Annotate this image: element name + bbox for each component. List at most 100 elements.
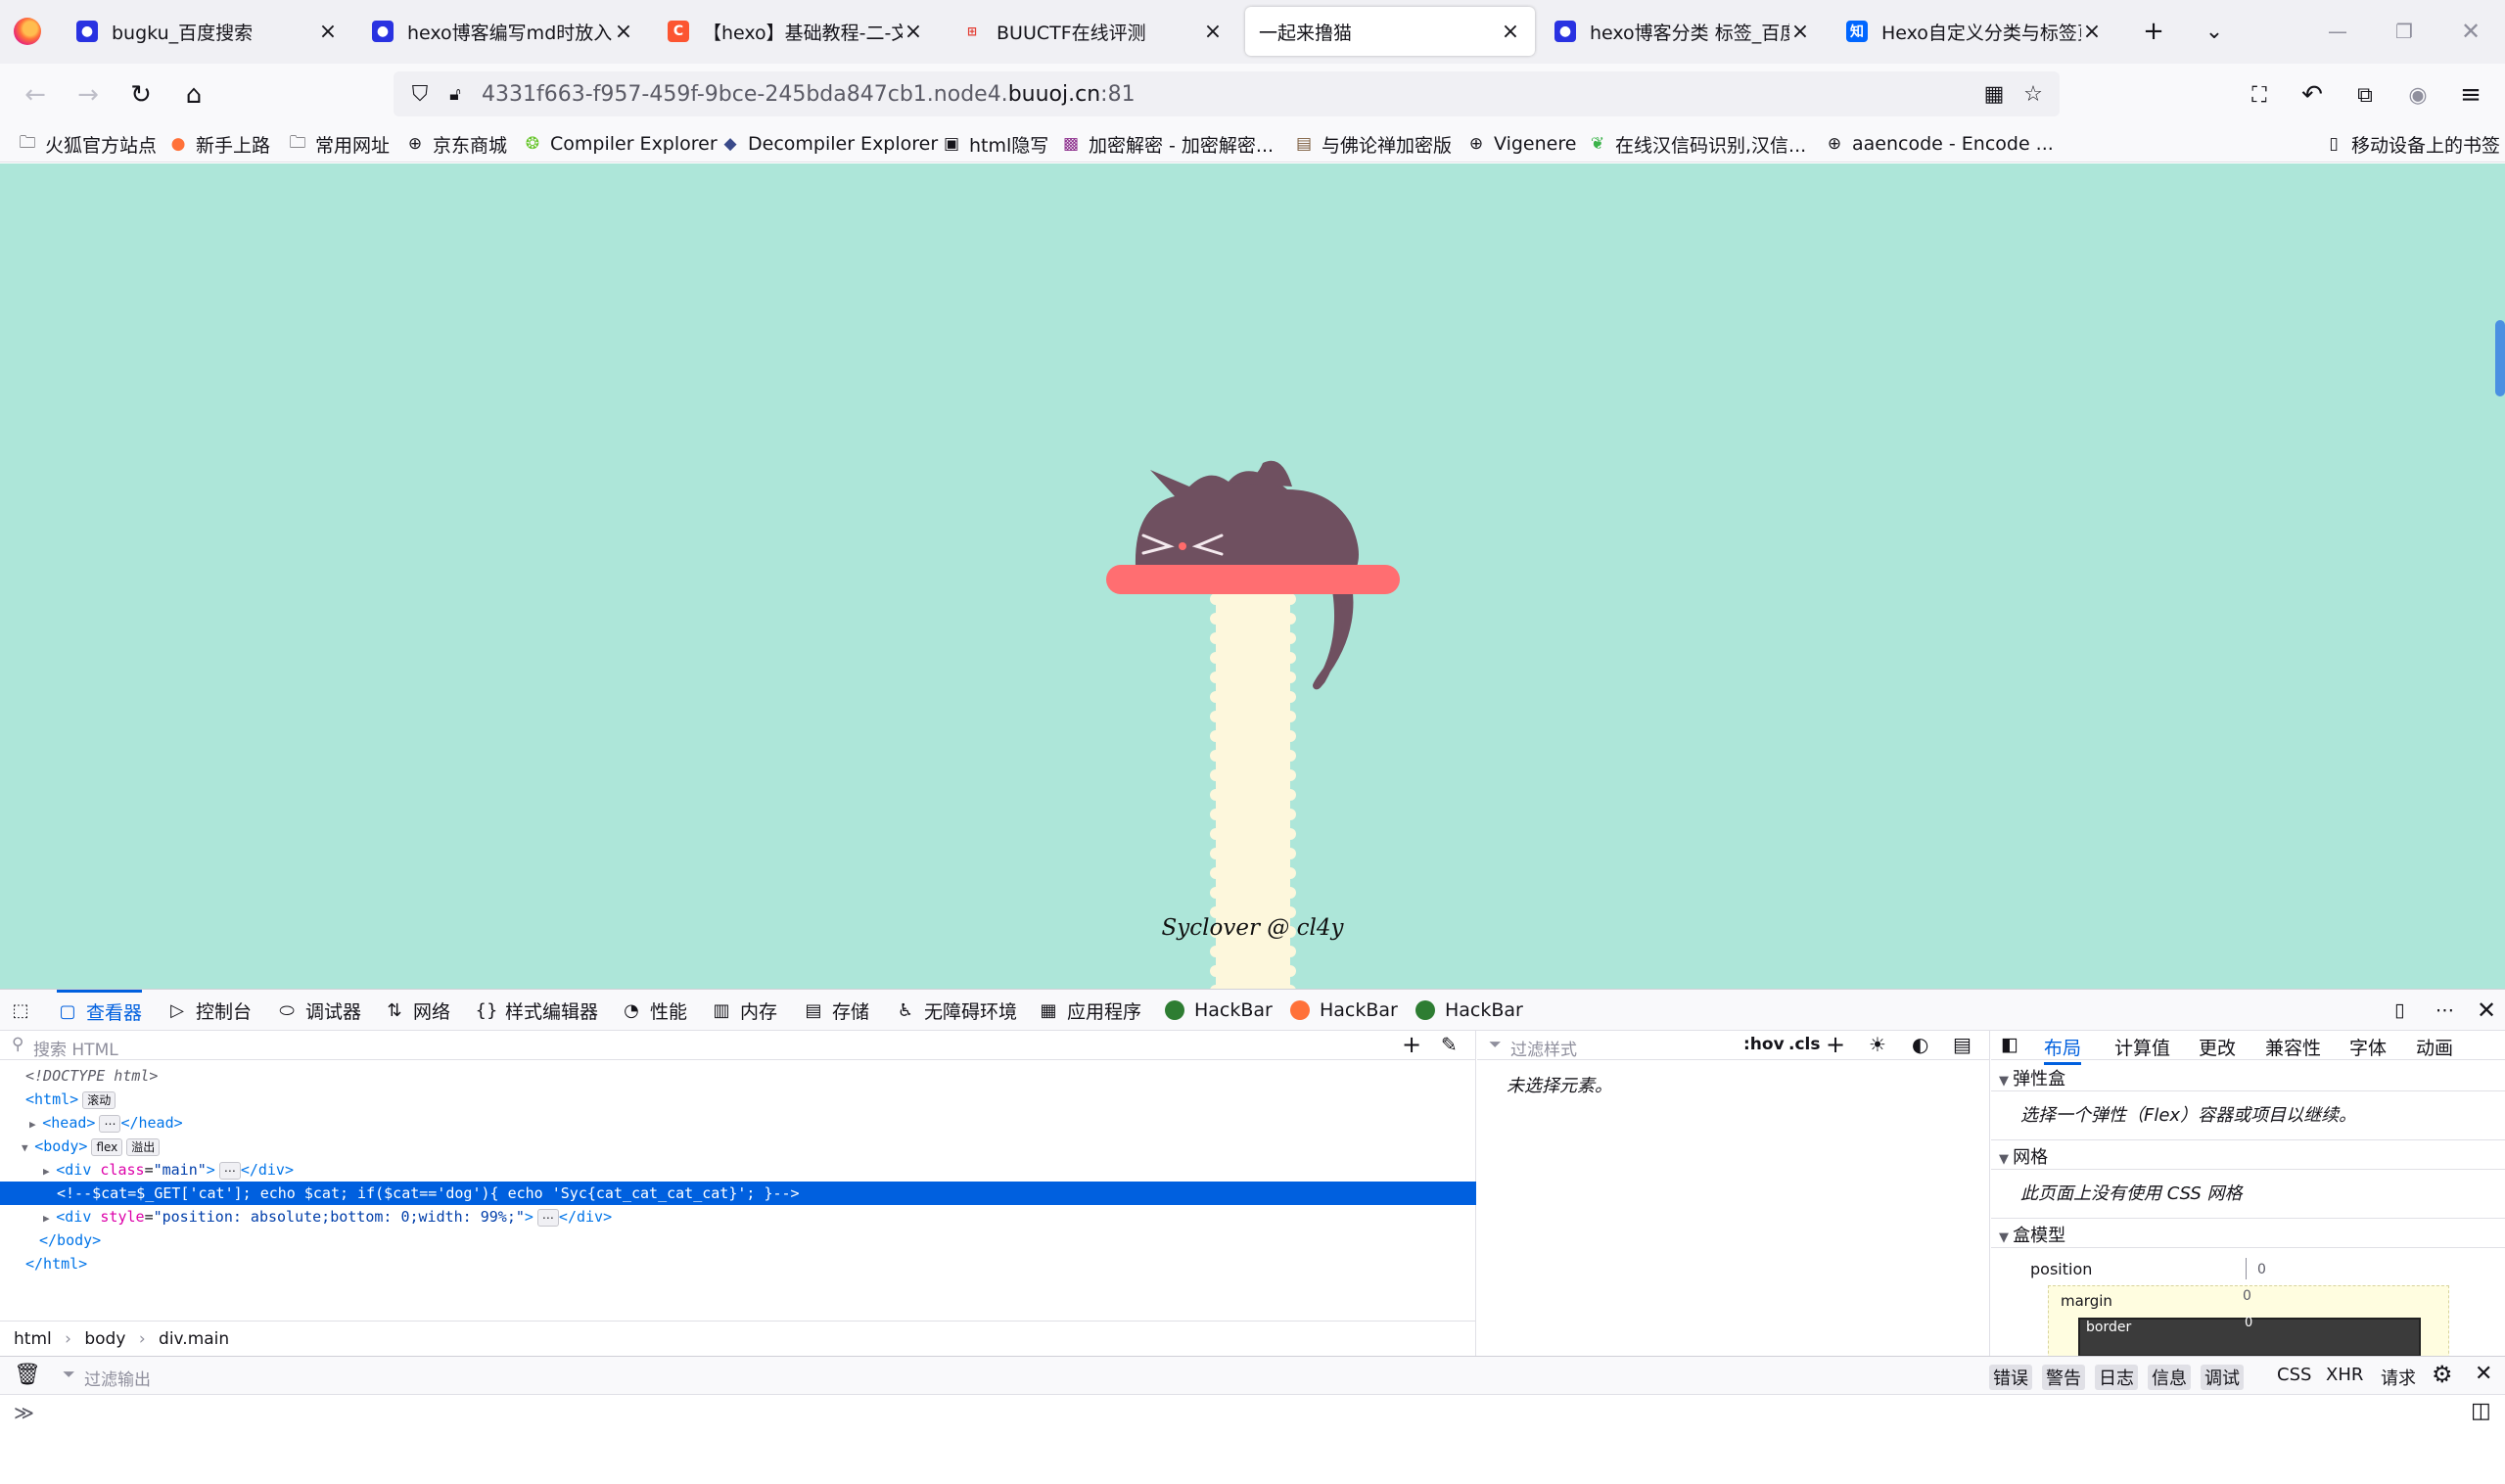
print-media-icon[interactable]: ▤: [1953, 1033, 1972, 1056]
markup-line[interactable]: ▶ <div style="position: absolute;bottom:…: [0, 1205, 1476, 1229]
bookmark-item[interactable]: 🗀︎ 火狐官方站点: [18, 131, 158, 157]
tab-2[interactable]: C 【hexo】基础教程-二-文章 ×: [654, 7, 938, 56]
close-tab-icon[interactable]: ×: [2081, 20, 2103, 44]
tab-1[interactable]: ● hexo博客编写md时放入图片 ×: [358, 7, 648, 56]
markup-line[interactable]: ▶ <head> ⋯ </head>: [0, 1111, 1476, 1135]
filter-requests[interactable]: 请求: [2377, 1365, 2420, 1390]
markup-line[interactable]: </body>: [0, 1229, 1476, 1252]
url-text[interactable]: 4331f663-f957-459f-9bce-245bda847cb1.nod…: [482, 82, 1136, 107]
close-tab-icon[interactable]: ×: [903, 20, 924, 44]
expand-twisty-icon[interactable]: ▶: [43, 1165, 56, 1178]
filter-debug[interactable]: 调试: [2201, 1365, 2244, 1390]
tool-hackbar[interactable]: HackBar: [1165, 990, 1273, 1031]
menu-icon[interactable]: ≡: [2453, 77, 2488, 113]
flexbox-section-header[interactable]: ▼ 弹性盒: [1991, 1062, 2505, 1091]
close-tab-icon[interactable]: ×: [613, 20, 634, 44]
bookmark-item[interactable]: 🗀︎ 常用网址: [288, 131, 391, 157]
shield-icon[interactable]: ⛉: [405, 79, 435, 109]
new-tab-icon[interactable]: +: [2136, 14, 2171, 49]
markup-line[interactable]: ▼ <body> flex 溢出: [0, 1135, 1476, 1158]
url-bar[interactable]: ⛉ 🔓︎ 4331f663-f957-459f-9bce-245bda847cb…: [394, 71, 2060, 116]
restore-icon[interactable]: ❐: [2385, 14, 2424, 49]
tool-performance[interactable]: ◔ 性能: [621, 990, 687, 1031]
bookmark-item[interactable]: ▩ 加密解密 - 加密解密...: [1061, 131, 1274, 157]
border-value[interactable]: 0: [2245, 1316, 2252, 1330]
tool-accessibility[interactable]: ♿︎ 无障碍环境: [895, 990, 1017, 1031]
collapsed-ellipsis[interactable]: ⋯: [218, 1162, 241, 1180]
tool-storage[interactable]: ▤ 存储: [803, 990, 869, 1031]
filter-xhr[interactable]: XHR: [2322, 1365, 2367, 1385]
markup-line[interactable]: <!DOCTYPE html>: [0, 1064, 1476, 1088]
tab-6[interactable]: 知 Hexo自定义分类与标签页 ×: [1832, 7, 2116, 56]
box-position-value[interactable]: 0: [2257, 1262, 2266, 1277]
filter-warnings[interactable]: 警告: [2042, 1365, 2085, 1390]
list-all-tabs-icon[interactable]: ⌄: [2197, 14, 2232, 49]
tool-inspector[interactable]: ▢ 查看器: [57, 990, 143, 1031]
eyedropper-icon[interactable]: ✎: [1441, 1033, 1458, 1056]
reload-icon[interactable]: ↻: [123, 77, 159, 113]
close-tab-icon[interactable]: ×: [1789, 20, 1811, 44]
tool-memory[interactable]: ▥ 内存: [711, 990, 777, 1031]
undo-icon[interactable]: ↶: [2295, 77, 2330, 113]
add-rule-icon[interactable]: +: [1826, 1031, 1845, 1058]
tool-hackbar[interactable]: HackBar: [1290, 990, 1398, 1031]
tool-debugger[interactable]: ⬭ 调试器: [276, 990, 361, 1031]
bookmark-item[interactable]: ⊕ aaencode - Encode ...: [1825, 131, 2054, 157]
extensions-icon[interactable]: ⧉: [2347, 77, 2383, 113]
light-scheme-icon[interactable]: ☀: [1869, 1033, 1886, 1056]
expand-twisty-icon[interactable]: ▶: [43, 1212, 56, 1225]
bookmark-item[interactable]: ● 新手上路: [168, 131, 270, 157]
markup-line[interactable]: </html>: [0, 1252, 1476, 1275]
filter-css[interactable]: CSS: [2273, 1365, 2315, 1385]
bookmark-item[interactable]: ⊕ Vigenere: [1466, 131, 1577, 157]
scroll-badge[interactable]: 滚动: [82, 1091, 116, 1109]
bookmark-item[interactable]: ⊕ 京东商城: [405, 131, 507, 157]
bookmark-item[interactable]: ❦ 在线汉信码识别,汉信...: [1588, 131, 1806, 157]
tab-compatibility[interactable]: 兼容性: [2265, 1034, 2321, 1060]
filter-info[interactable]: 信息: [2148, 1365, 2191, 1390]
mobile-bookmarks[interactable]: ▯ 移动设备上的书签: [2324, 131, 2500, 157]
home-icon[interactable]: ⌂: [176, 77, 211, 113]
tab-animations[interactable]: 动画: [2416, 1034, 2453, 1060]
close-tab-icon[interactable]: ×: [1500, 20, 1521, 44]
firefox-view-icon[interactable]: [14, 18, 41, 45]
tab-5[interactable]: ● hexo博客分类 标签_百度搜索 ×: [1541, 7, 1825, 56]
dock-toggle-icon[interactable]: ▯: [2394, 990, 2404, 1031]
markup-line[interactable]: ▶ <div class="main"> ⋯ </div>: [0, 1158, 1476, 1182]
window-close-icon[interactable]: ✕: [2451, 14, 2490, 49]
tab-3[interactable]: ⊞ BUUCTF在线评测 ×: [948, 7, 1237, 56]
tab-computed[interactable]: 计算值: [2114, 1034, 2170, 1060]
markup-line-selected-comment[interactable]: <!--$cat=$_GET['cat']; echo $cat; if($ca…: [0, 1182, 1476, 1205]
flex-badge[interactable]: flex: [91, 1138, 123, 1156]
filter-styles-input[interactable]: 过滤样式: [1510, 1036, 1577, 1060]
expand-twisty-icon[interactable]: ▶: [29, 1118, 42, 1131]
close-tab-icon[interactable]: ×: [317, 20, 339, 44]
console-filter-input[interactable]: 过滤输出: [84, 1366, 151, 1390]
tab-fonts[interactable]: 字体: [2349, 1034, 2387, 1060]
tool-style-editor[interactable]: {} 样式编辑器: [476, 990, 598, 1031]
collapse-twisty-icon[interactable]: ▼: [22, 1141, 34, 1154]
grid-section-header[interactable]: ▼ 网格: [1991, 1140, 2505, 1170]
hov-toggle[interactable]: :hov: [1743, 1035, 1785, 1054]
console-input-line[interactable]: ≫ ◫: [0, 1395, 2505, 1430]
tool-network[interactable]: ⇅ 网络: [384, 990, 450, 1031]
forward-arrow-icon[interactable]: →: [70, 77, 106, 113]
margin-value[interactable]: 0: [2243, 1288, 2251, 1304]
filter-errors[interactable]: 错误: [1989, 1365, 2032, 1390]
breadcrumb-item[interactable]: div.main: [159, 1329, 229, 1349]
insecure-lock-icon[interactable]: 🔓︎: [441, 79, 470, 109]
overflow-badge[interactable]: 溢出: [126, 1138, 161, 1156]
editor-mode-toggle-icon[interactable]: ◫: [2471, 1399, 2491, 1423]
devtools-menu-icon[interactable]: ⋯: [2435, 990, 2454, 1031]
breadcrumb-item[interactable]: body: [84, 1329, 125, 1349]
markup-line[interactable]: <html> 滚动: [0, 1088, 1476, 1111]
screenshot-crop-icon[interactable]: ⛶: [2242, 77, 2277, 113]
bookmark-item[interactable]: ❂ Compiler Explorer: [523, 131, 718, 157]
account-icon[interactable]: ◉: [2400, 77, 2435, 113]
tab-4-active[interactable]: 一起来撸猫 ×: [1245, 7, 1535, 56]
bookmark-item[interactable]: ▣ html隐写: [942, 131, 1048, 157]
close-split-console-icon[interactable]: ✕: [2475, 1362, 2492, 1386]
collapsed-ellipsis[interactable]: ⋯: [536, 1209, 559, 1227]
tool-application[interactable]: ▦ 应用程序: [1038, 990, 1141, 1031]
add-node-icon[interactable]: +: [1402, 1031, 1421, 1058]
